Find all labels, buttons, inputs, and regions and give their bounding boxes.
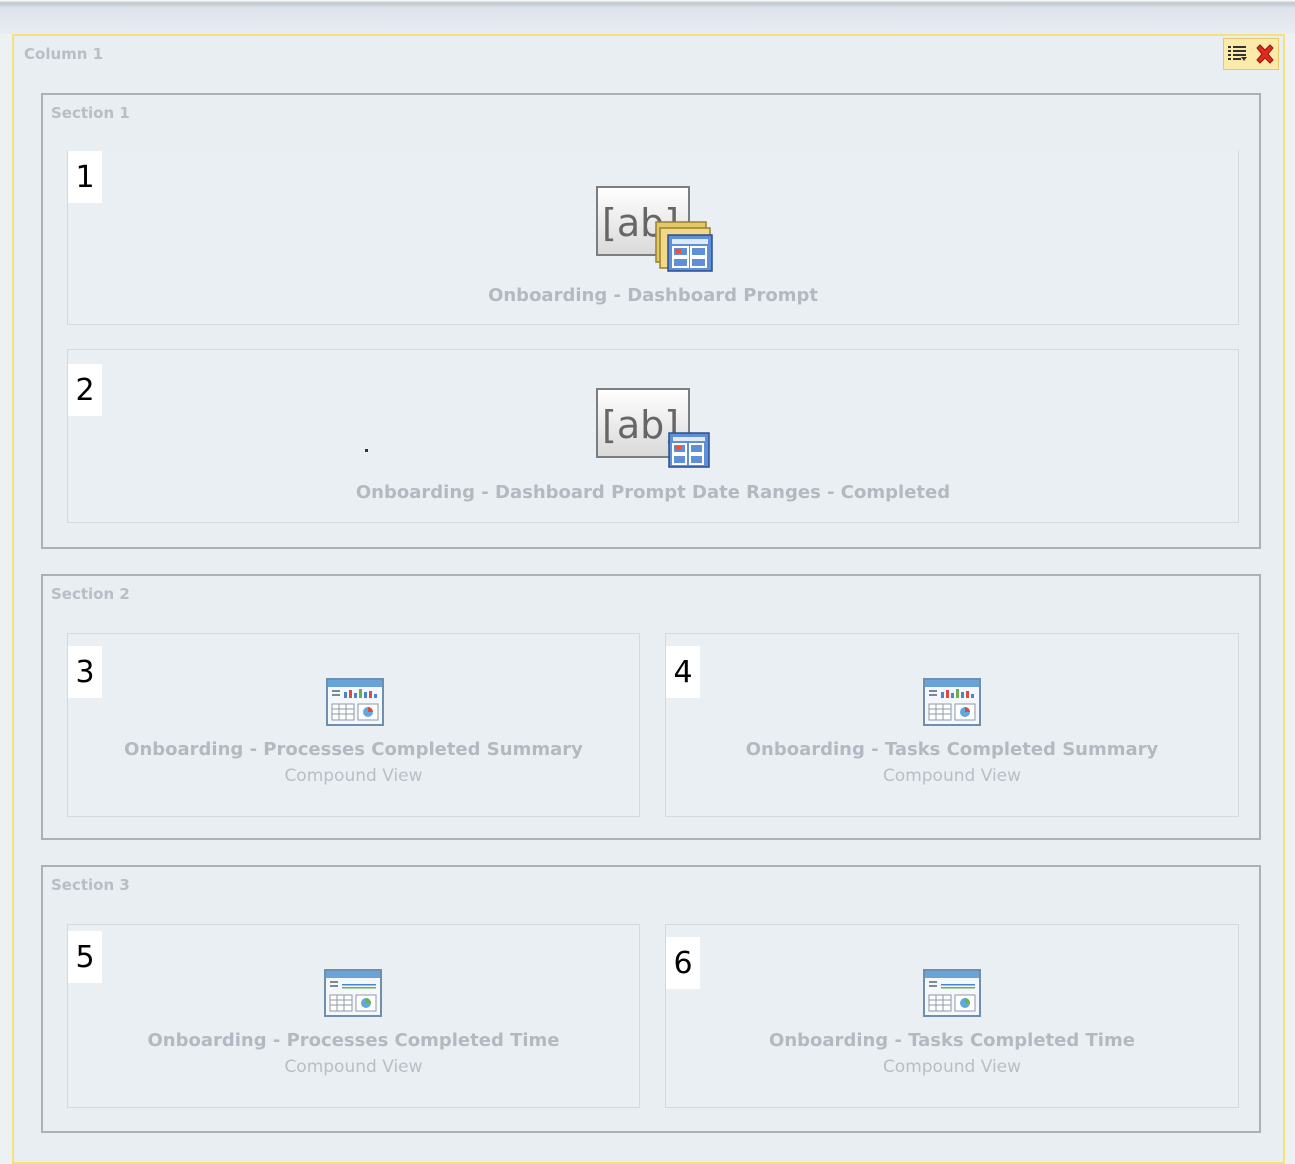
section-3[interactable]: Section 3 5 Onboarding - Processes Compl…: [41, 865, 1261, 1133]
view-dashboard-prompt[interactable]: 1 [ab] Onboarding - Dashboard Prompt: [67, 150, 1239, 325]
view-type-label: Compound View: [882, 1057, 1022, 1077]
dashboard-prompt-icon: [ab]: [596, 186, 713, 272]
section-2[interactable]: Section 2 3 Onboarding - Processes Compl…: [41, 574, 1261, 840]
column-properties-icon[interactable]: [1227, 45, 1249, 63]
view-label: Onboarding - Processes Completed Time: [147, 1030, 560, 1051]
view-number: 6: [666, 937, 700, 989]
compound-view-icon: [324, 969, 382, 1017]
view-processes-completed-summary[interactable]: 3 Onboarding - Processes Completed Summa…: [67, 633, 640, 817]
section-1[interactable]: Section 1 1 [ab] Onboarding - Dashboard …: [41, 93, 1261, 549]
view-label: Onboarding - Dashboard Prompt Date Range…: [355, 482, 951, 503]
dot-mark: [365, 449, 368, 452]
compound-view-icon: [326, 678, 384, 726]
view-type-label: Compound View: [284, 1057, 423, 1077]
compound-view-icon: [923, 678, 981, 726]
view-number: 3: [68, 646, 102, 698]
view-processes-completed-time[interactable]: 5 Onboarding - Processes Completed Time: [67, 924, 640, 1108]
column-1[interactable]: Column 1 Section 1 1 [ab] Onboarding - D…: [12, 34, 1285, 1164]
view-number: 1: [68, 151, 102, 203]
view-label: Onboarding - Tasks Completed Summary: [745, 739, 1159, 760]
column-toolbar: [1223, 38, 1279, 70]
view-number: 4: [666, 646, 700, 698]
view-tasks-completed-time[interactable]: 6 Onboarding - Tasks Completed Time Comp…: [665, 924, 1239, 1108]
compound-view-icon: [923, 969, 981, 1017]
view-label: Onboarding - Dashboard Prompt: [488, 285, 818, 306]
view-number: 5: [68, 931, 102, 983]
section-title: Section 2: [51, 585, 130, 603]
svg-text:[ab]: [ab]: [602, 403, 679, 447]
section-title: Section 3: [51, 876, 130, 894]
view-type-label: Compound View: [882, 766, 1022, 786]
view-label: Onboarding - Tasks Completed Time: [769, 1030, 1135, 1051]
column-delete-icon[interactable]: [1254, 43, 1276, 65]
view-label: Onboarding - Processes Completed Summary: [124, 739, 583, 760]
column-title: Column 1: [24, 45, 104, 63]
view-type-label: Compound View: [284, 766, 423, 786]
section-title: Section 1: [51, 104, 130, 122]
view-dashboard-prompt-date-ranges[interactable]: 2 [ab] Onboarding - Dashboard Prompt Dat…: [67, 349, 1239, 523]
top-bar: [0, 0, 1295, 34]
dashboard-prompt-icon: [ab]: [596, 388, 710, 468]
view-number: 2: [68, 364, 102, 416]
view-tasks-completed-summary[interactable]: 4 Onboarding - Tasks Completed Summary C…: [665, 633, 1239, 817]
